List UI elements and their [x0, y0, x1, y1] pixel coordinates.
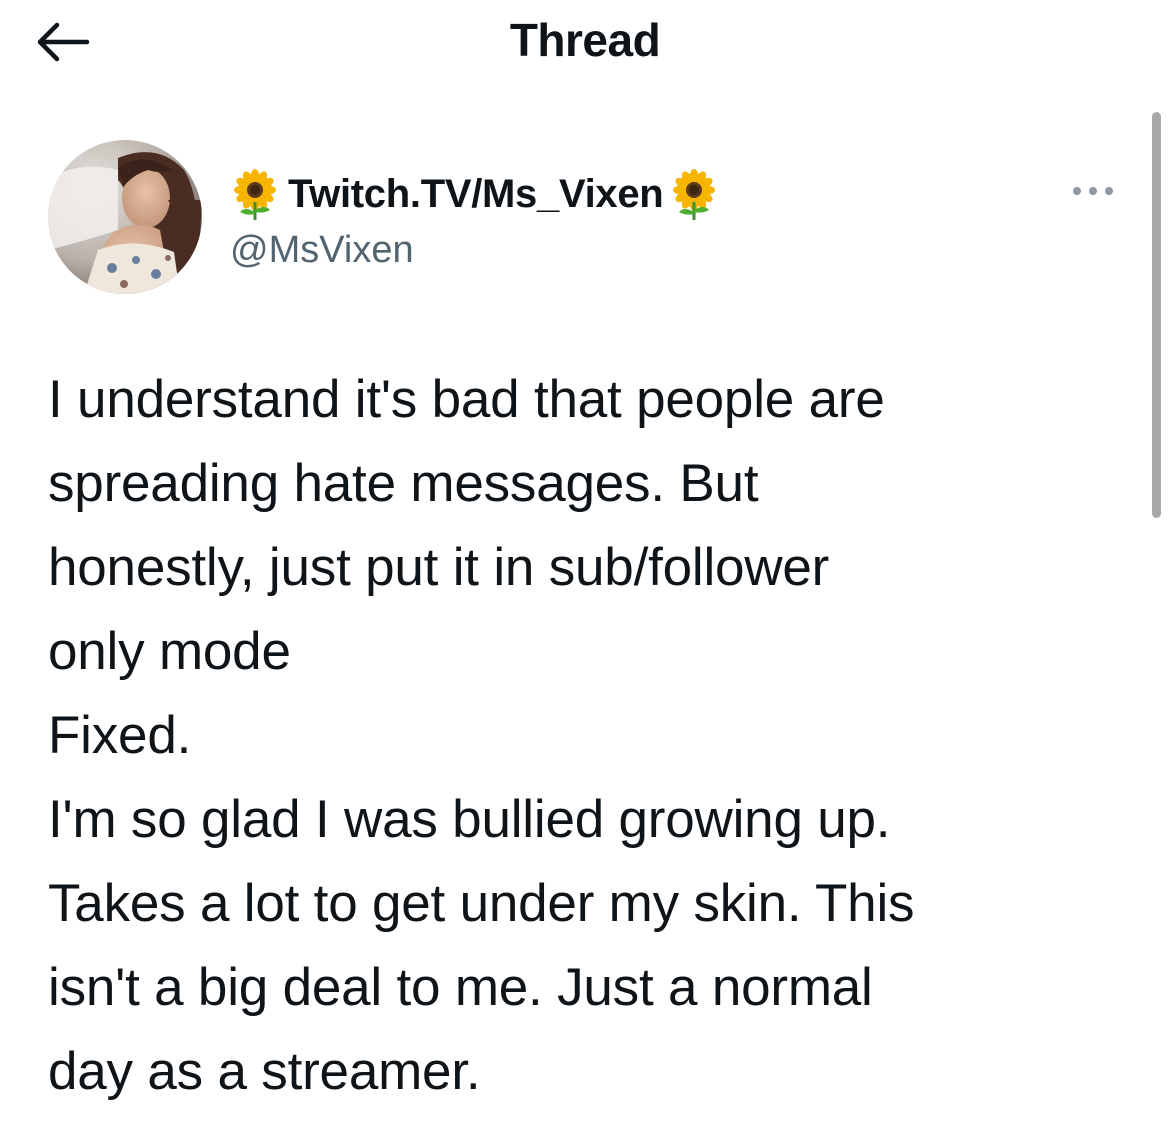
more-options-button[interactable]	[1066, 176, 1120, 206]
scrollbar[interactable]	[1152, 112, 1161, 518]
top-bar: Thread	[0, 0, 1170, 84]
tweet-text-line: only mode	[48, 622, 291, 681]
thread-page: Thread Twitch.TV/Ms_Vixen @MsVixen I und…	[0, 0, 1170, 1130]
tweet-text-line: I'm so glad I was bullied growing up.	[48, 790, 891, 849]
sunflower-icon	[673, 169, 716, 220]
tweet-text-line: day as a streamer.	[48, 1042, 481, 1101]
tweet-text-line: isn't a big deal to me. Just a normal	[48, 958, 873, 1017]
tweet-text-line: Fixed.	[48, 706, 192, 765]
tweet-text-line: I understand it's bad that people are	[48, 370, 885, 429]
page-title: Thread	[509, 14, 661, 66]
tweet-text-line: Takes a lot to get under my skin. This	[48, 874, 915, 933]
avatar[interactable]	[48, 140, 202, 294]
tweet-text-line: honestly, just put it in sub/follower	[48, 538, 830, 597]
tweet-author[interactable]: Twitch.TV/Ms_Vixen @MsVixen	[230, 164, 1030, 274]
user-handle: @MsVixen	[230, 229, 414, 271]
avatar-image	[48, 140, 202, 294]
sunflower-icon	[234, 169, 276, 220]
display-name-row: Twitch.TV/Ms_Vixen	[230, 164, 1030, 224]
tweet-text-line: spreading hate messages. But	[48, 454, 759, 513]
more-horizontal-icon	[1073, 187, 1113, 195]
display-name: Twitch.TV/Ms_Vixen	[288, 172, 664, 216]
tweet-text: I understand it's bad that people are sp…	[48, 358, 1138, 1114]
